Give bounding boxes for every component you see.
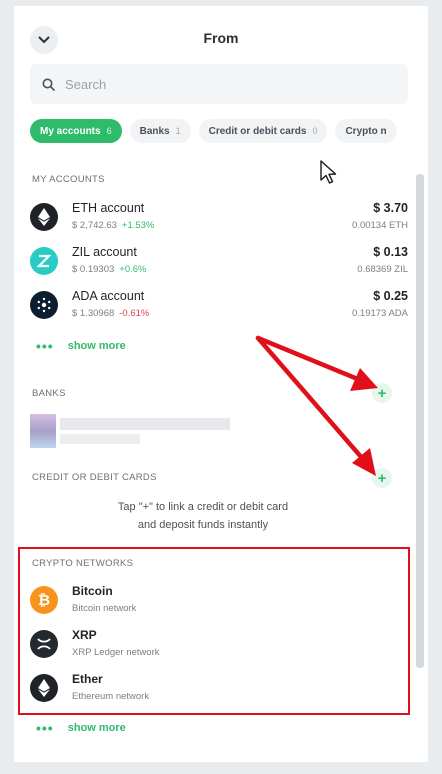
- add-card-button[interactable]: +: [372, 468, 392, 488]
- price-change: -0.61%: [119, 308, 150, 319]
- network-name: Ether: [72, 672, 103, 686]
- ethereum-icon: [30, 203, 58, 231]
- filter-tabs: My accounts 6 Banks 1 Credit or debit ca…: [30, 119, 428, 143]
- account-name: ETH account: [72, 201, 145, 215]
- from-panel: From My accounts 6 Banks 1 Credit or deb…: [14, 6, 428, 762]
- more-dots-icon: •••: [36, 338, 54, 354]
- hint-line-1: Tap "+" to link a credit or debit card: [117, 501, 289, 513]
- account-name: ZIL account: [72, 245, 137, 259]
- show-more-accounts-button[interactable]: ••• show more: [36, 338, 126, 354]
- account-name: ADA account: [72, 289, 145, 303]
- tab-count: 1: [175, 126, 181, 136]
- price-change: +0.6%: [119, 264, 147, 275]
- hint-line-2: and deposit funds instantly: [137, 519, 269, 531]
- xrp-icon: [30, 630, 58, 658]
- scrollbar[interactable]: [416, 174, 424, 668]
- show-more-label: show more: [67, 722, 126, 734]
- bank-account-row[interactable]: [30, 414, 230, 448]
- section-title-my-accounts: MY ACCOUNTS: [32, 174, 105, 185]
- network-subtitle: Bitcoin network: [72, 603, 137, 614]
- tab-banks[interactable]: Banks 1: [129, 119, 191, 143]
- search-input[interactable]: [65, 76, 365, 92]
- tab-count: 0: [312, 126, 318, 136]
- more-dots-icon: •••: [36, 720, 54, 736]
- account-price-line: $ 1.30968 -0.61%: [72, 308, 149, 319]
- zilliqa-icon: [30, 247, 58, 275]
- fiat-balance: $ 0.25: [373, 289, 408, 303]
- account-row-zil[interactable]: ZIL account $ 0.19303 +0.6% $ 0.13 0.6836…: [30, 243, 408, 279]
- account-price-line: $ 2,742.63 +1.53%: [72, 220, 154, 231]
- bank-logo-redacted: [30, 414, 56, 448]
- plus-icon: +: [377, 384, 387, 402]
- network-row-ether[interactable]: Ether Ethereum network: [30, 670, 390, 706]
- network-subtitle: Ethereum network: [72, 691, 150, 702]
- bank-detail-redacted: [60, 434, 140, 444]
- header: From: [14, 24, 428, 56]
- network-row-xrp[interactable]: XRP XRP Ledger network: [30, 626, 390, 662]
- search-bar[interactable]: [30, 64, 408, 104]
- plus-icon: +: [377, 469, 387, 487]
- network-row-bitcoin[interactable]: ₿ Bitcoin Bitcoin network: [30, 582, 390, 618]
- fiat-balance: $ 0.13: [373, 245, 408, 259]
- crypto-balance: 0.19173 ADA: [352, 308, 408, 319]
- network-name: Bitcoin: [72, 584, 113, 598]
- crypto-balance: 0.68369 ZIL: [357, 264, 408, 275]
- asset-price: $ 0.19303: [72, 264, 115, 275]
- bank-name-redacted: [60, 418, 230, 430]
- mouse-cursor-icon: [320, 160, 337, 184]
- bitcoin-icon: ₿: [30, 586, 58, 614]
- show-more-networks-button[interactable]: ••• show more: [36, 720, 126, 736]
- tab-label: Banks: [139, 125, 170, 137]
- crypto-balance: 0.00134 ETH: [352, 220, 408, 231]
- fiat-balance: $ 3.70: [373, 201, 408, 215]
- card-link-hint: Tap "+" to link a credit or debit card a…: [14, 498, 392, 534]
- price-change: +1.53%: [121, 220, 155, 231]
- tab-label: My accounts: [40, 125, 101, 137]
- show-more-label: show more: [67, 340, 126, 352]
- ethereum-icon: [30, 674, 58, 702]
- account-price-line: $ 0.19303 +0.6%: [72, 264, 146, 275]
- tab-my-accounts[interactable]: My accounts 6: [30, 119, 122, 143]
- add-bank-button[interactable]: +: [372, 383, 392, 403]
- cardano-icon: [30, 291, 58, 319]
- page-title: From: [203, 30, 239, 46]
- network-subtitle: XRP Ledger network: [72, 647, 160, 658]
- search-icon: [42, 78, 55, 91]
- network-name: XRP: [72, 628, 97, 642]
- account-row-ada[interactable]: ADA account $ 1.30968 -0.61% $ 0.25 0.191…: [30, 287, 408, 323]
- asset-price: $ 2,742.63: [72, 220, 117, 231]
- tab-label: Credit or debit cards: [208, 125, 307, 137]
- section-title-crypto-networks: CRYPTO NETWORKS: [32, 558, 134, 569]
- section-title-cards: CREDIT OR DEBIT CARDS: [32, 472, 157, 483]
- section-title-banks: BANKS: [32, 388, 66, 399]
- asset-price: $ 1.30968: [72, 308, 115, 319]
- tab-label: Crypto n: [345, 125, 387, 137]
- tab-count: 6: [106, 126, 112, 136]
- tab-cards[interactable]: Credit or debit cards 0: [198, 119, 328, 143]
- tab-crypto-networks[interactable]: Crypto n: [335, 119, 397, 143]
- account-row-eth[interactable]: ETH account $ 2,742.63 +1.53% $ 3.70 0.00…: [30, 199, 408, 235]
